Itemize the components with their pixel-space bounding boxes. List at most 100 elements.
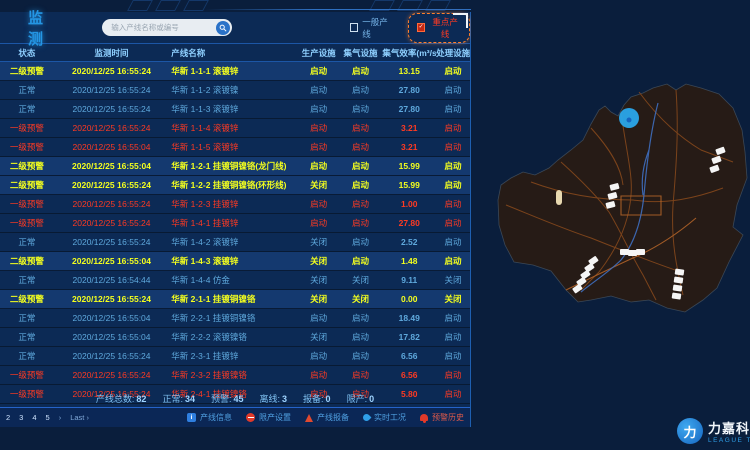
cell-time: 2020/12/25 16:55:24 (54, 199, 170, 209)
alert-location-dot (627, 118, 632, 123)
page-title: 监 测 (28, 7, 88, 49)
table-row[interactable]: 二级预警2020/12/25 16:55:24华新 1-1-1 滚镀锌启动启动1… (0, 62, 470, 81)
map-marker[interactable] (675, 268, 685, 275)
cell-gas: 关闭 (339, 293, 383, 305)
pagination: 234 5 › Last › (6, 413, 89, 422)
cell-eff: 3.21 (382, 142, 436, 152)
map-marker[interactable] (636, 249, 645, 255)
cell-prod: 启动 (299, 350, 339, 362)
table-row[interactable]: 一级预警2020/12/25 16:55:24华新 2-3-2 挂镀镍铬启动启动… (0, 366, 470, 385)
table-row[interactable]: 二级预警2020/12/25 16:55:24华新 1-2-2 挂镀铜镍铬(环形… (0, 176, 470, 195)
limit-settings-button[interactable]: 限产设置 (246, 412, 291, 423)
summary-value: 45 (233, 394, 243, 404)
filter-general-lines[interactable]: 一般产线 (350, 16, 394, 40)
cell-prod: 关闭 (299, 274, 339, 286)
table-row[interactable]: 一级预警2020/12/25 16:55:24华新 1-4-1 挂镀锌启动启动2… (0, 214, 470, 233)
table-row[interactable]: 正常2020/12/25 16:55:24华新 1-4-2 滚镀锌关闭启动2.5… (0, 233, 470, 252)
checkbox-icon[interactable] (350, 23, 359, 32)
table-row[interactable]: 一级预警2020/12/25 16:55:24华新 1-2-3 挂镀锌启动启动1… (0, 195, 470, 214)
line-report-button[interactable]: 产线报备 (305, 412, 349, 423)
info-icon: i (187, 413, 196, 422)
table-row[interactable]: 正常2020/12/25 16:55:04华新 2-2-2 滚镀镍铬关闭启动17… (0, 328, 470, 347)
footer-button-label: 实时工况 (374, 412, 406, 423)
cell-treat: 启动 (436, 84, 470, 96)
last-page-button[interactable]: Last › (70, 413, 89, 422)
table-row[interactable]: 正常2020/12/25 16:54:44华新 1-4-4 仿金关闭关闭9.11… (0, 271, 470, 290)
line-info-button[interactable]: i 产线信息 (187, 412, 232, 423)
footer-button-label: 产线报备 (317, 412, 349, 423)
next-page-button[interactable]: › (59, 413, 62, 422)
cell-treat: 启动 (436, 65, 470, 77)
monitoring-dashboard: 监 测 一般产线 ✓ 重点产线 状态监测时间产线名称生产设施集气设施集气效率(m… (0, 0, 750, 450)
page-button[interactable]: 5 (46, 413, 50, 422)
cell-gas: 启动 (339, 255, 383, 267)
cell-prod: 关闭 (299, 255, 339, 267)
table-row[interactable]: 二级预警2020/12/25 16:55:24华新 2-1-1 挂镀铜镍铬关闭关… (0, 290, 470, 309)
logo-subtitle: LEAGUE TE (708, 437, 750, 444)
summary-value: 3 (282, 394, 287, 404)
cell-gas: 启动 (339, 84, 383, 96)
no-entry-icon (246, 413, 255, 422)
footer-button-label: 限产设置 (259, 412, 291, 423)
map-marker[interactable] (620, 249, 629, 255)
map-marker[interactable] (674, 276, 684, 283)
cell-status: 一级预警 (0, 198, 54, 210)
search-input[interactable] (102, 23, 216, 32)
cell-status: 二级预警 (0, 255, 54, 267)
cell-prod: 启动 (299, 312, 339, 324)
table-body: 二级预警2020/12/25 16:55:24华新 1-1-1 滚镀锌启动启动1… (0, 62, 470, 404)
table-row[interactable]: 一级预警2020/12/25 16:55:04华新 1-1-5 滚镀锌启动启动3… (0, 138, 470, 157)
cell-treat: 启动 (436, 236, 470, 248)
map-marker[interactable] (672, 292, 682, 299)
cell-prod: 关闭 (299, 293, 339, 305)
cell-prod: 启动 (299, 198, 339, 210)
map-marker[interactable] (628, 250, 637, 256)
cell-name: 华新 1-1-5 滚镀锌 (169, 141, 298, 153)
cell-status: 一级预警 (0, 122, 54, 134)
cell-eff: 6.56 (382, 370, 436, 380)
cell-prod: 启动 (299, 65, 339, 77)
panel-header: 监 测 一般产线 ✓ 重点产线 (0, 12, 470, 44)
cell-treat: 启动 (436, 141, 470, 153)
cell-status: 正常 (0, 312, 54, 324)
page-button[interactable]: 3 (19, 413, 23, 422)
cell-eff: 1.00 (382, 199, 436, 209)
map-panel[interactable]: 力 力嘉科技 LEAGUE TE (471, 0, 750, 450)
table-row[interactable]: 正常2020/12/25 16:55:04华新 2-2-1 挂镀铜镍铬启动启动1… (0, 309, 470, 328)
cell-gas: 启动 (339, 350, 383, 362)
search-box[interactable] (102, 19, 232, 36)
cell-gas: 启动 (339, 122, 383, 134)
cell-gas: 启动 (339, 198, 383, 210)
summary-value: 0 (369, 394, 374, 404)
cell-eff: 9.11 (382, 275, 436, 285)
cell-name: 华新 1-1-1 滚镀锌 (169, 65, 298, 77)
alert-history-button[interactable]: 预警历史 (420, 412, 464, 423)
table-row[interactable]: 正常2020/12/25 16:55:24华新 2-3-1 挂镀锌启动启动6.5… (0, 347, 470, 366)
realtime-status-button[interactable]: 实时工况 (363, 412, 406, 423)
search-icon[interactable] (216, 21, 230, 35)
cell-prod: 启动 (299, 84, 339, 96)
table-row[interactable]: 二级预警2020/12/25 16:55:04华新 1-2-1 挂镀铜镍铬(龙门… (0, 157, 470, 176)
landmark-marker[interactable] (556, 190, 562, 205)
map-marker[interactable] (673, 284, 683, 291)
cell-treat: 启动 (436, 350, 470, 362)
cell-name: 华新 1-4-4 仿金 (169, 274, 298, 286)
page-button[interactable]: 4 (32, 413, 36, 422)
table-row[interactable]: 正常2020/12/25 16:55:24华新 1-1-3 滚镀锌启动启动27.… (0, 100, 470, 119)
cell-gas: 启动 (339, 160, 383, 172)
cell-time: 2020/12/25 16:55:24 (54, 237, 170, 247)
page-button[interactable]: 2 (6, 413, 10, 422)
cell-name: 华新 2-1-1 挂镀铜镍铬 (169, 293, 298, 305)
cell-prod: 启动 (299, 369, 339, 381)
cell-status: 正常 (0, 84, 54, 96)
table-row[interactable]: 二级预警2020/12/25 16:55:04华新 1-4-3 滚镀锌关闭启动1… (0, 252, 470, 271)
cell-eff: 3.21 (382, 123, 436, 133)
footer-buttons: i 产线信息 限产设置 产线报备 实时工况 预警历史 (187, 412, 464, 423)
column-header: 监测时间 (54, 47, 170, 59)
table-row[interactable]: 一级预警2020/12/25 16:55:24华新 1-1-4 滚镀锌启动启动3… (0, 119, 470, 138)
summary-item: 预警:45 (211, 392, 244, 405)
footer-button-label: 产线信息 (200, 412, 232, 423)
cell-treat: 启动 (436, 122, 470, 134)
table-row[interactable]: 正常2020/12/25 16:55:24华新 1-1-2 滚镀镍启动启动27.… (0, 81, 470, 100)
cell-eff: 6.56 (382, 351, 436, 361)
